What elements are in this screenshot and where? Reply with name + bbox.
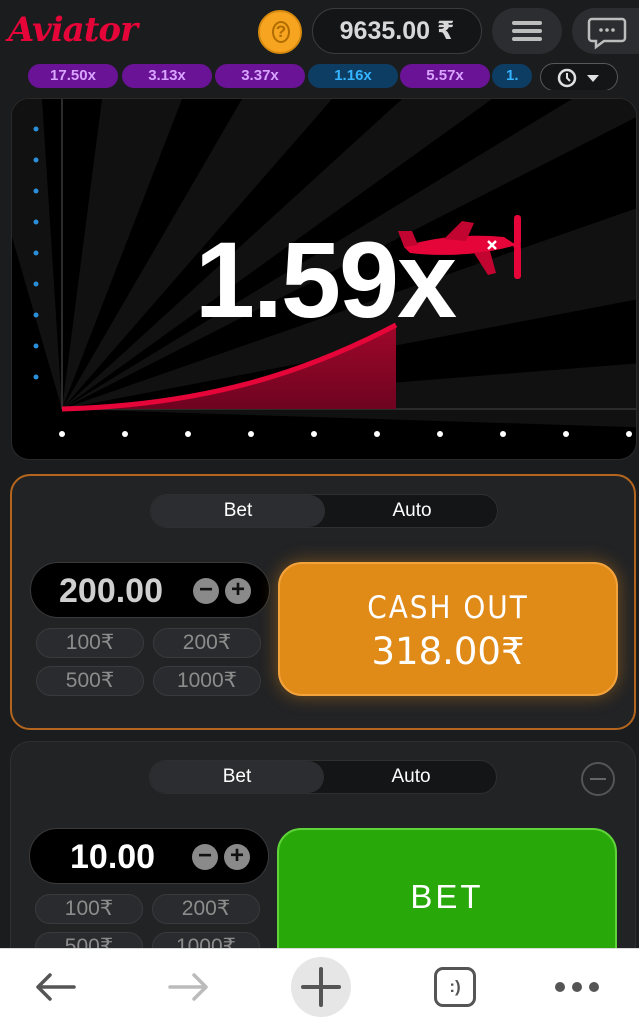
tab-auto[interactable]: Auto: [324, 761, 498, 793]
bet-panel-2: Bet Auto 10.00 − + 100₹ 200₹ 500₹ 1000₹ …: [10, 741, 636, 978]
history-multiplier: 1.: [492, 64, 532, 88]
forward-arrow-icon[interactable]: [164, 969, 214, 1005]
bet-button-label: BET: [410, 878, 484, 915]
history-toggle-button[interactable]: [540, 63, 618, 90]
quick-amount-chip[interactable]: 1000₹: [153, 666, 261, 696]
increase-amount-button[interactable]: +: [225, 578, 251, 604]
quick-amount-chip[interactable]: 500₹: [36, 666, 144, 696]
decrease-amount-button[interactable]: −: [193, 578, 219, 604]
balance-display: 9635.00 ₹: [312, 8, 482, 54]
app-header: Aviator ? 9635.00 ₹: [0, 0, 639, 64]
quick-amount-chip[interactable]: 100₹: [35, 894, 143, 924]
current-multiplier: 1.59x: [194, 219, 457, 340]
game-canvas: 1.59x: [11, 98, 637, 460]
tab-auto[interactable]: Auto: [325, 495, 499, 527]
cash-out-amount: 318.00₹: [371, 630, 525, 673]
menu-button[interactable]: [492, 8, 562, 54]
quick-amount-chip[interactable]: 100₹: [36, 628, 144, 658]
new-tab-plus-icon[interactable]: [290, 957, 352, 1017]
history-multiplier: 1.16x: [308, 64, 398, 88]
bet-mode-tabs: Bet Auto: [149, 760, 497, 794]
cash-out-label: CASH OUT: [367, 590, 529, 626]
more-dots-icon[interactable]: [552, 977, 602, 997]
history-multiplier: 3.13x: [122, 64, 212, 88]
cash-out-button[interactable]: CASH OUT 318.00₹: [278, 562, 618, 696]
multiplier-history: 17.50x 3.13x 3.37x 1.16x 5.57x 1.: [0, 62, 639, 90]
history-multiplier: 3.37x: [215, 64, 305, 88]
decrease-amount-button[interactable]: −: [192, 844, 218, 870]
x-axis-dots: [59, 431, 632, 437]
bet-mode-tabs: Bet Auto: [150, 494, 498, 528]
chat-button[interactable]: [572, 8, 639, 54]
aviator-logo: Aviator: [8, 10, 138, 50]
history-multiplier: 17.50x: [28, 64, 118, 88]
bet-amount-input[interactable]: 10.00 − +: [29, 828, 269, 884]
bet-amount-input[interactable]: 200.00 − +: [30, 562, 270, 618]
history-multiplier: 5.57x: [400, 64, 490, 88]
tab-bet[interactable]: Bet: [150, 761, 324, 793]
browser-toolbar: :): [0, 948, 639, 1024]
remove-panel-minus-icon[interactable]: [581, 762, 615, 796]
bet-amount-value: 10.00: [70, 838, 156, 876]
quick-amount-chip[interactable]: 200₹: [153, 628, 261, 658]
back-arrow-icon[interactable]: [30, 969, 80, 1005]
history-icon: [557, 68, 599, 88]
tab-bet[interactable]: Bet: [151, 495, 325, 527]
quick-amount-chip[interactable]: 200₹: [152, 894, 260, 924]
bet-panel-1: Bet Auto 200.00 − + 100₹ 200₹ 500₹ 1000₹…: [10, 474, 636, 730]
help-button[interactable]: ?: [258, 10, 302, 54]
bet-amount-value: 200.00: [59, 572, 163, 610]
chat-icon: [587, 17, 627, 50]
increase-amount-button[interactable]: +: [224, 844, 250, 870]
help-icon: ?: [272, 21, 290, 43]
tabs-switcher-icon[interactable]: :): [434, 967, 476, 1007]
